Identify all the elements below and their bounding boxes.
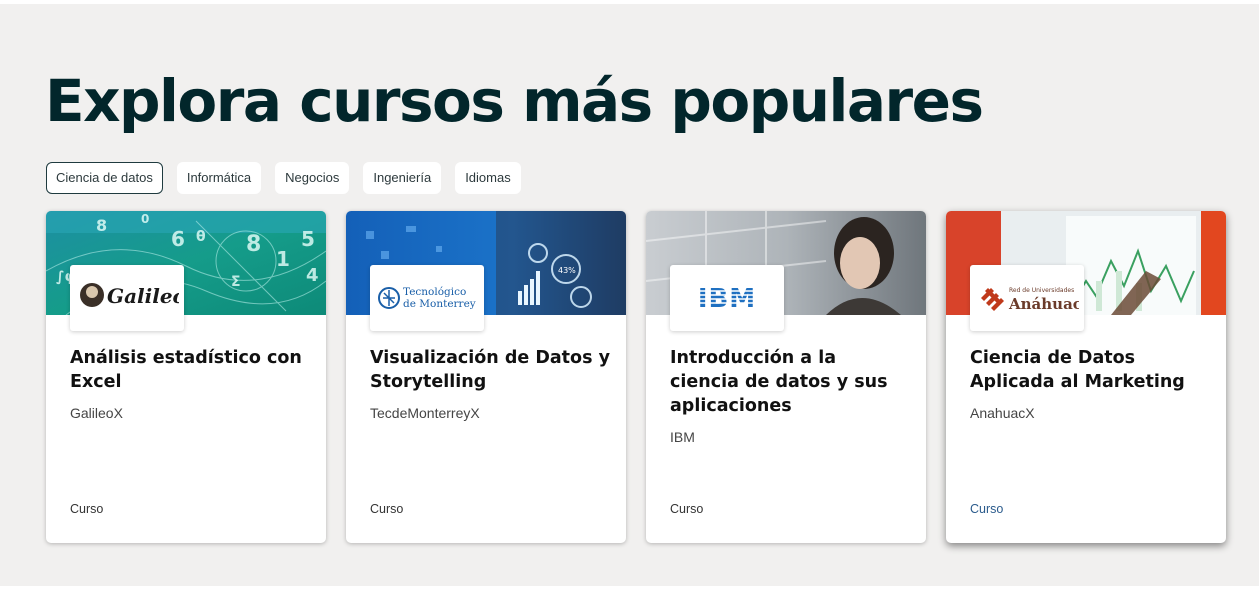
- svg-text:0: 0: [141, 212, 149, 226]
- tab-negocios[interactable]: Negocios: [275, 162, 350, 194]
- svg-text:8: 8: [96, 216, 107, 235]
- svg-text:1: 1: [276, 247, 290, 271]
- svg-text:Galileo: Galileo: [107, 284, 179, 308]
- course-title: Visualización de Datos y Storytelling: [370, 348, 610, 392]
- svg-text:8: 8: [246, 232, 261, 257]
- category-tabs: Ciencia de datos Informática Negocios In…: [46, 162, 521, 194]
- course-type: Curso: [70, 502, 104, 516]
- tab-informatica[interactable]: Informática: [176, 162, 262, 194]
- svg-text:de Monterrey: de Monterrey: [403, 298, 476, 310]
- course-title: Introducción a la ciencia de datos y sus…: [670, 348, 888, 416]
- course-type: Curso: [370, 502, 404, 516]
- svg-text:4: 4: [306, 265, 319, 286]
- course-card-ibm[interactable]: IBM Introducción a la ciencia de datos y…: [646, 211, 926, 543]
- course-org: TecdeMonterreyX: [370, 405, 480, 421]
- svg-text:5: 5: [301, 227, 315, 251]
- course-org: AnahuacX: [970, 405, 1035, 421]
- svg-text:Red de Universidades: Red de Universidades: [1009, 287, 1074, 294]
- section-heading: Explora cursos más populares: [45, 67, 984, 135]
- org-logo-anahuac: Red de Universidades Anáhuac: [970, 265, 1084, 331]
- svg-text:6: 6: [171, 227, 185, 251]
- course-card-tec[interactable]: 43% Tecnológico de Monterrey Visualizaci…: [346, 211, 626, 543]
- tab-ciencia-de-datos[interactable]: Ciencia de datos: [46, 162, 163, 194]
- svg-text:43%: 43%: [558, 266, 576, 275]
- course-title: Ciencia de Datos Aplicada al Marketing: [970, 348, 1185, 392]
- course-card-galileo[interactable]: 8 6 θ 1 5 8 4 Σ ∫φ 0 Galileo Análisis es…: [46, 211, 326, 543]
- svg-text:Anáhuac: Anáhuac: [1008, 295, 1079, 313]
- course-org: GalileoX: [70, 405, 123, 421]
- org-logo-ibm: IBM: [670, 265, 784, 331]
- org-logo-galileo: Galileo: [70, 265, 184, 331]
- course-card-anahuac[interactable]: Red de Universidades Anáhuac Ciencia de …: [946, 211, 1226, 543]
- tab-ingenieria[interactable]: Ingeniería: [363, 162, 442, 194]
- course-org: IBM: [670, 429, 695, 445]
- svg-text:θ: θ: [196, 229, 206, 245]
- course-type: Curso: [970, 502, 1004, 516]
- svg-text:Σ: Σ: [231, 274, 241, 290]
- org-logo-tec-de-monterrey: Tecnológico de Monterrey: [370, 265, 484, 331]
- svg-text:Tecnológico: Tecnológico: [403, 286, 466, 298]
- course-title: Análisis estadístico con Excel: [70, 348, 302, 392]
- tab-idiomas[interactable]: Idiomas: [455, 162, 521, 194]
- course-type: Curso: [670, 502, 704, 516]
